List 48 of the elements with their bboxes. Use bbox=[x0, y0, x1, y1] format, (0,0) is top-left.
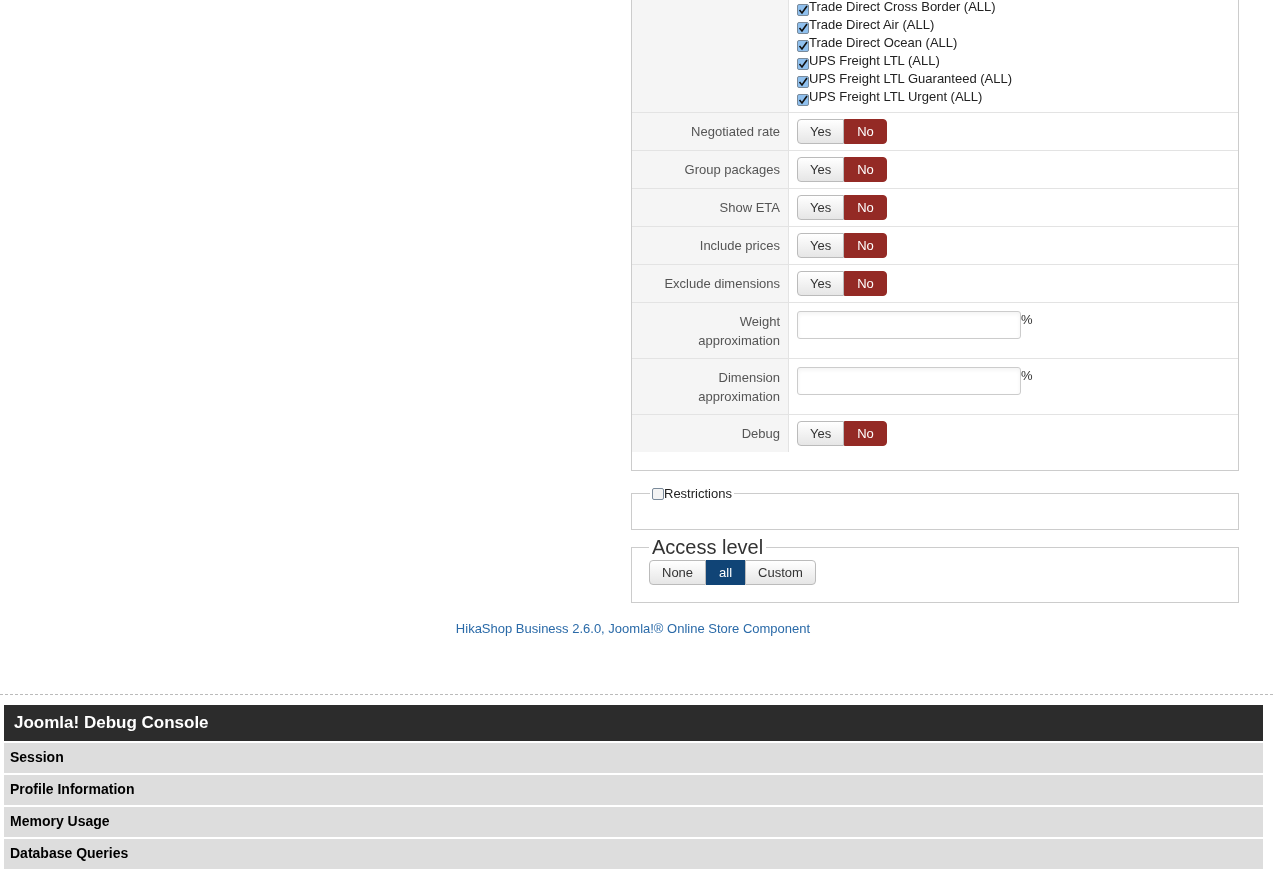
access-option[interactable]: Custom bbox=[745, 560, 816, 585]
toggle-option[interactable]: No bbox=[844, 157, 887, 182]
debug-console-title: Joomla! Debug Console bbox=[14, 711, 209, 734]
access-level-title: Access level bbox=[651, 535, 765, 560]
access-option[interactable]: None bbox=[649, 560, 707, 585]
input-field[interactable] bbox=[797, 367, 1021, 395]
toggle-option[interactable]: No bbox=[844, 119, 887, 144]
service-label: UPS Freight LTL Urgent (ALL) bbox=[809, 87, 983, 106]
checkbox[interactable] bbox=[652, 487, 664, 500]
debug-section[interactable]: Memory Usage bbox=[4, 806, 1263, 837]
checkbox[interactable] bbox=[797, 4, 809, 16]
service-label: Trade Direct Air (ALL) bbox=[809, 15, 935, 34]
restrictions-label: Restrictions bbox=[664, 485, 732, 503]
toggle-option[interactable]: Yes bbox=[797, 157, 845, 182]
service-label: UPS Freight LTL Guaranteed (ALL) bbox=[809, 69, 1013, 88]
toggle-option[interactable]: Yes bbox=[797, 271, 845, 296]
toggle-option[interactable]: No bbox=[844, 195, 887, 220]
toggle-option[interactable]: Yes bbox=[797, 233, 845, 258]
checkbox[interactable] bbox=[797, 40, 809, 52]
setting-label: Debug bbox=[741, 424, 780, 443]
debug-section[interactable]: Session bbox=[4, 742, 1263, 773]
toggle-option[interactable]: Yes bbox=[797, 195, 845, 220]
service-label: Trade Direct Cross Border (ALL) bbox=[809, 0, 996, 16]
input-field[interactable] bbox=[797, 311, 1021, 339]
percent-suffix: % bbox=[1021, 367, 1033, 385]
service-label: UPS Freight LTL (ALL) bbox=[809, 51, 940, 70]
toggle-option[interactable]: No bbox=[844, 233, 887, 258]
toggle-option[interactable]: Yes bbox=[797, 421, 845, 446]
service-label: Trade Direct Ocean (ALL) bbox=[809, 33, 958, 52]
footer-link[interactable]: HikaShop Business 2.6.0, Joomla!® Online Store Component bbox=[455, 619, 811, 639]
setting-label: Negotiated rate bbox=[691, 122, 780, 141]
checkbox[interactable] bbox=[797, 58, 809, 70]
toggle-option[interactable]: No bbox=[844, 271, 887, 296]
checkbox[interactable] bbox=[797, 76, 809, 88]
toggle-option[interactable]: No bbox=[844, 421, 887, 446]
debug-section[interactable]: Database Queries bbox=[4, 838, 1263, 869]
percent-suffix: % bbox=[1021, 311, 1033, 329]
setting-label: Dimension approximation bbox=[697, 369, 780, 406]
checkbox[interactable] bbox=[797, 22, 809, 34]
setting-label: Exclude dimensions bbox=[664, 274, 780, 293]
checkbox[interactable] bbox=[797, 94, 809, 106]
access-option[interactable]: all bbox=[706, 560, 746, 585]
setting-label: Show ETA bbox=[719, 198, 780, 217]
debug-section[interactable]: Profile Information bbox=[4, 774, 1263, 805]
setting-label: Include prices bbox=[699, 236, 780, 255]
setting-label: Weight approximation bbox=[697, 313, 780, 350]
setting-label: Group packages bbox=[684, 160, 780, 179]
toggle-option[interactable]: Yes bbox=[797, 119, 845, 144]
